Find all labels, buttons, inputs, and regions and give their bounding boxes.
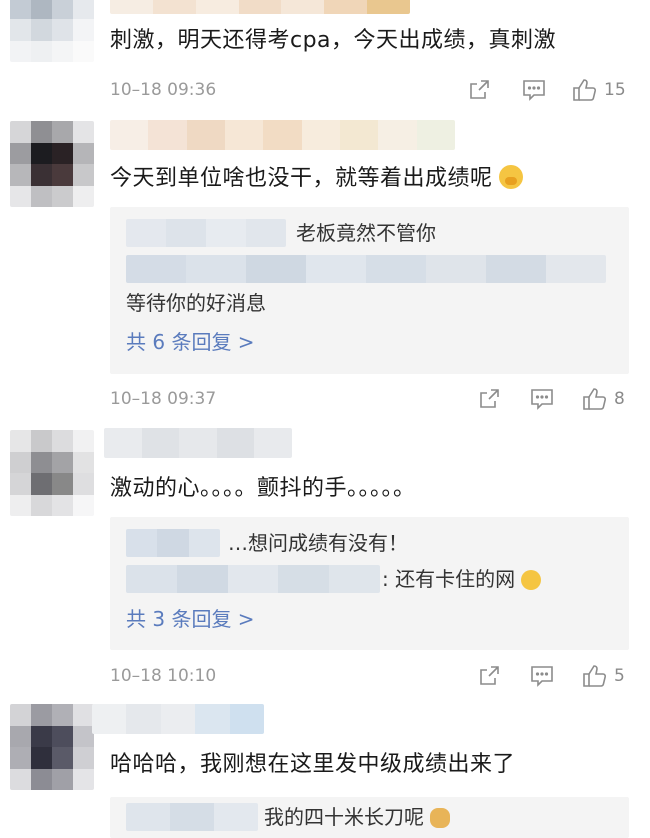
reply-username-blurred[interactable] [126,219,286,247]
reply-box[interactable]: …想问成绩有没有！ : 还有卡住的网 共 3 条回复 > [110,517,629,650]
doge-emoji-icon [430,808,450,828]
share-button[interactable] [468,77,490,103]
like-button[interactable]: 8 [582,386,625,412]
comment-meta: 10–18 10:10 5 [110,663,630,689]
reply-text-content: 我的四十米长刀呢 [264,805,424,829]
reply-text: 老板竟然不管你 [296,221,436,245]
view-more-replies-link[interactable]: 共 3 条回复 > [126,605,255,633]
comment-time: 10–18 09:37 [110,389,217,409]
reply-text-content: : 还有卡住的网 [382,567,516,591]
tears-of-joy-emoji-icon [521,570,542,590]
reply-username-blurred[interactable] [126,803,258,831]
reply-text: 等待你的好消息 [126,291,266,315]
comment-time: 10–18 09:36 [110,80,217,100]
username-blurred[interactable] [104,428,292,458]
share-icon [480,389,499,408]
like-button[interactable]: 5 [582,663,625,689]
comment-button[interactable] [530,663,554,689]
username-blurred[interactable] [110,0,410,14]
share-icon [470,80,489,99]
comment-time: 10–18 10:10 [110,666,217,686]
reply-box[interactable]: 老板竟然不管你 等待你的好消息 共 6 条回复 > [110,207,629,374]
comment-text: 今天到单位啥也没干，就等着出成绩呢 [110,164,523,194]
share-button[interactable] [478,663,500,689]
comment-icon [531,666,553,687]
like-button[interactable]: 15 [572,77,626,103]
reply-username-blurred[interactable] [126,565,380,593]
reply-blurred-line [126,255,606,283]
thumbs-up-icon [573,79,597,101]
comment-text: 激动的心。。。。颤抖的手。。。。。 [110,476,416,501]
username-blurred[interactable] [110,120,455,150]
comment-text: 哈哈哈，我刚想在这里发中级成绩出来了 [110,752,516,777]
comment-button[interactable] [522,77,546,103]
avatar[interactable] [10,430,94,516]
comment-item: 哈哈哈，我刚想在这里发中级成绩出来了 我的四十米长刀呢 [0,702,650,838]
share-icon [480,666,499,685]
comment-meta: 10–18 09:36 15 [110,77,630,103]
reply-box[interactable]: 我的四十米长刀呢 [110,797,629,838]
comment-item: 刺激，明天还得考cpa，今天出成绩，真刺激 10–18 09:36 15 [0,0,650,110]
share-button[interactable] [478,386,500,412]
like-count: 5 [614,666,625,686]
comment-item: 激动的心。。。。颤抖的手。。。。。 …想问成绩有没有！ : 还有卡住的网 共 3… [0,420,650,702]
reply-username-blurred[interactable] [126,529,220,557]
reply-text: 我的四十米长刀呢 [264,803,450,831]
comment-button[interactable] [530,386,554,412]
thumbs-up-icon [583,388,607,410]
comment-meta: 10–18 09:37 8 [110,386,630,412]
like-count: 8 [614,389,625,409]
shushing-face-emoji-icon [498,165,523,189]
comment-item: 今天到单位啥也没干，就等着出成绩呢 老板竟然不管你 等待你的好消息 共 6 条回… [0,110,650,420]
avatar[interactable] [10,704,94,790]
avatar[interactable] [10,0,94,62]
thumbs-up-icon [583,665,607,687]
view-more-replies-link[interactable]: 共 6 条回复 > [126,328,255,356]
reply-text: …想问成绩有没有！ [228,531,408,555]
username-blurred[interactable] [92,704,264,734]
like-count: 15 [604,80,626,100]
comment-text-content: 今天到单位啥也没干，就等着出成绩呢 [110,166,493,191]
comment-icon [523,80,545,101]
avatar[interactable] [10,121,94,207]
comment-text: 刺激，明天还得考cpa，今天出成绩，真刺激 [110,28,557,53]
comment-icon [531,389,553,410]
reply-text: : 还有卡住的网 [382,565,542,593]
